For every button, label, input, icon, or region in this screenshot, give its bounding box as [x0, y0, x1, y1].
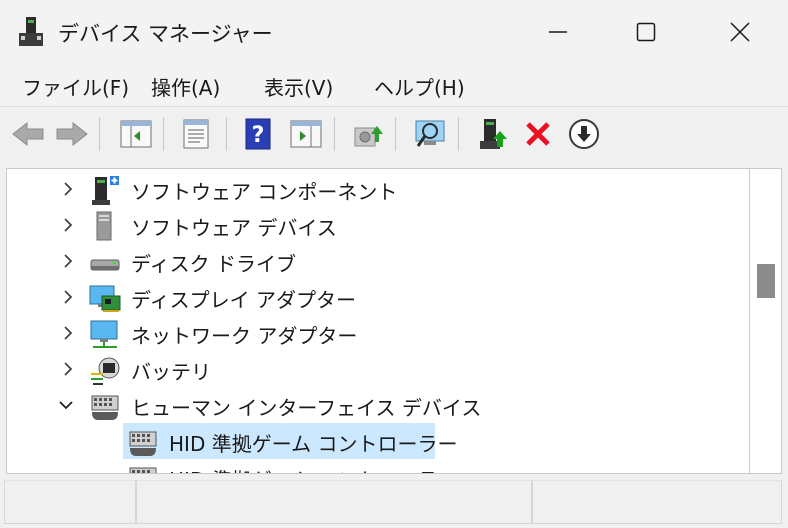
status-cell	[136, 480, 532, 524]
scroll-thumb[interactable]	[757, 264, 775, 298]
enable-device-icon	[480, 119, 507, 149]
device-manager-icon	[19, 17, 43, 46]
menu-bar: ファイル(F) 操作(A) 表示(V) ヘルプ(H)	[0, 64, 788, 106]
show-hide-tree-icon	[120, 120, 152, 148]
chevron-right-icon[interactable]	[59, 252, 77, 270]
tree-item[interactable]: ヒューマン インターフェイス デバイス	[7, 387, 749, 423]
update-driver-button[interactable]	[348, 115, 388, 153]
help-button[interactable]: ?	[238, 115, 278, 153]
chevron-right-icon[interactable]	[59, 180, 77, 198]
tree-item[interactable]: ディスプレイ アダプター	[7, 279, 749, 315]
vertical-scrollbar[interactable]	[750, 168, 782, 474]
minimize-button[interactable]	[512, 0, 604, 64]
forward-button[interactable]	[52, 115, 92, 153]
tree-item-label: ディスク ドライブ	[131, 252, 296, 276]
tree-item-label: ソフトウェア デバイス	[131, 216, 337, 240]
display-adapter-icon	[89, 285, 121, 312]
properties-button[interactable]	[176, 115, 216, 153]
action-pane-icon	[290, 120, 322, 148]
back-arrow-icon	[12, 121, 44, 147]
update-driver-icon	[354, 126, 383, 147]
tree-item-label: ディスプレイ アダプター	[131, 288, 356, 312]
title-bar: デバイス マネージャー	[0, 0, 788, 64]
tree-item-label: HID 準拠ゲーム コントローラー	[169, 464, 457, 473]
forward-arrow-icon	[56, 121, 88, 147]
toolbar: ?	[0, 106, 788, 160]
disk-drive-icon	[90, 259, 120, 271]
chevron-right-icon[interactable]	[59, 360, 77, 378]
tree-item-selected[interactable]: HID 準拠ゲーム コントローラー	[7, 423, 749, 459]
menu-file[interactable]: ファイル(F)	[20, 72, 131, 101]
svg-text:?: ?	[252, 123, 265, 148]
menu-action[interactable]: 操作(A)	[149, 72, 222, 101]
minimize-icon	[549, 31, 567, 33]
uninstall-device-icon	[526, 122, 550, 146]
window-title: デバイス マネージャー	[58, 22, 273, 46]
toolbar-separator	[99, 117, 100, 151]
network-adapter-icon	[90, 320, 118, 348]
status-bar	[0, 474, 788, 528]
tree-item[interactable]: ソフトウェア デバイス	[7, 207, 749, 243]
game-controller-icon	[129, 431, 157, 456]
close-button[interactable]	[694, 0, 786, 64]
tree-item[interactable]: バッテリ	[7, 351, 749, 387]
tree-item-label: ソフトウェア コンポーネント	[131, 180, 398, 204]
scan-hardware-icon	[415, 120, 445, 147]
tree-item-label: ネットワーク アダプター	[131, 324, 358, 348]
back-button[interactable]	[8, 115, 48, 153]
status-cell	[532, 480, 782, 524]
maximize-icon	[636, 22, 656, 42]
battery-icon	[91, 357, 120, 385]
menu-help[interactable]: ヘルプ(H)	[372, 72, 467, 101]
toolbar-separator	[458, 117, 459, 151]
tree-item-label: バッテリ	[131, 360, 211, 384]
action-pane-button[interactable]	[286, 115, 326, 153]
tree-item-label: ヒューマン インターフェイス デバイス	[131, 396, 482, 420]
toolbar-separator	[163, 117, 164, 151]
software-device-icon	[96, 211, 112, 241]
scan-hardware-button[interactable]	[410, 115, 450, 153]
tree-item-label: HID 準拠ゲーム コントローラー	[169, 432, 458, 456]
toolbar-separator	[226, 117, 227, 151]
chevron-right-icon[interactable]	[59, 216, 77, 234]
maximize-button[interactable]	[600, 0, 692, 64]
close-icon	[730, 22, 750, 42]
disable-device-button[interactable]	[564, 115, 604, 153]
game-controller-icon	[129, 467, 157, 473]
hid-icon	[91, 395, 119, 420]
software-component-icon	[92, 176, 119, 205]
show-hide-tree-button[interactable]	[116, 115, 156, 153]
disable-device-icon	[569, 119, 599, 149]
tree-item[interactable]: HID 準拠ゲーム コントローラー	[7, 459, 749, 473]
help-icon: ?	[245, 118, 271, 150]
uninstall-device-button[interactable]	[518, 115, 558, 153]
toolbar-separator	[395, 117, 396, 151]
chevron-right-icon[interactable]	[59, 324, 77, 342]
device-tree[interactable]: ソフトウェア コンポーネント ソフトウェア デバイス ディスク ドライブ ディス…	[6, 168, 750, 474]
toolbar-separator	[334, 117, 335, 151]
enable-device-button[interactable]	[472, 115, 512, 153]
menu-view[interactable]: 表示(V)	[262, 72, 335, 101]
status-cell	[4, 480, 136, 524]
properties-icon	[183, 119, 209, 149]
chevron-down-icon[interactable]	[57, 396, 75, 414]
tree-item[interactable]: ソフトウェア コンポーネント	[7, 171, 749, 207]
chevron-right-icon[interactable]	[59, 288, 77, 306]
tree-item[interactable]: ディスク ドライブ	[7, 243, 749, 279]
tree-item[interactable]: ネットワーク アダプター	[7, 315, 749, 351]
